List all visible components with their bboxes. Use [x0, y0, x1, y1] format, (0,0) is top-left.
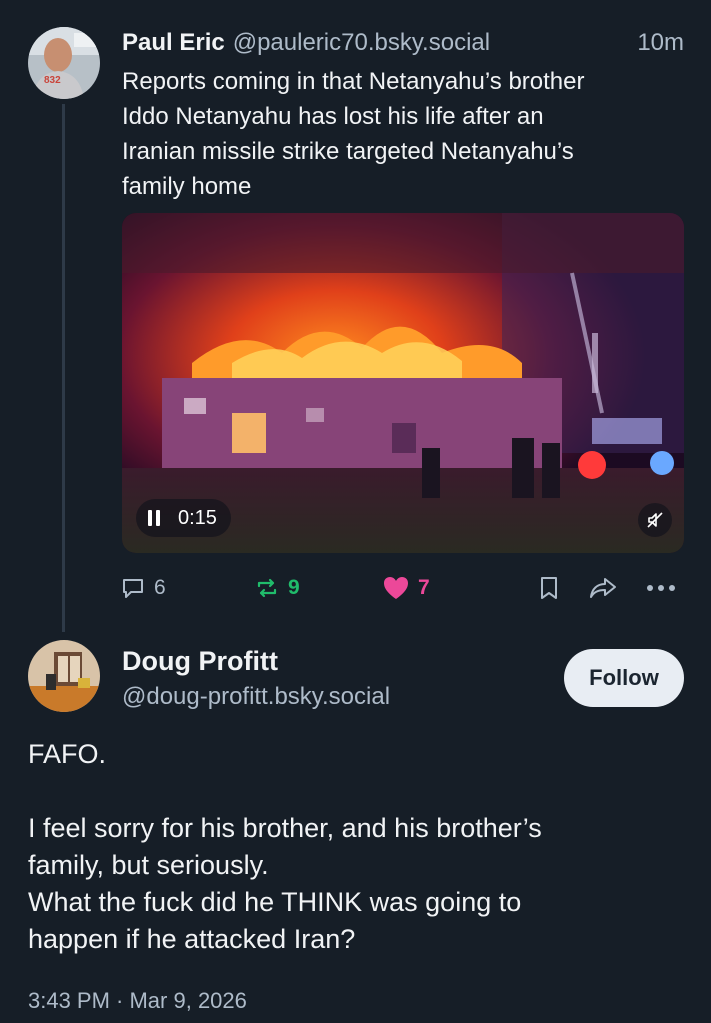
post1-text: Reports coming in that Netanyahu’s broth…: [122, 64, 682, 204]
post1-text-line: Reports coming in that Netanyahu’s broth…: [122, 68, 585, 95]
post1-timestamp[interactable]: 10m: [637, 26, 684, 60]
mute-toggle-button[interactable]: [638, 503, 672, 537]
post1-text-line: family home: [122, 173, 252, 200]
post2-text: FAFO. I feel sorry for his brother, and …: [28, 736, 688, 958]
more-dots-icon: [647, 585, 675, 591]
post2-text-line: FAFO.: [28, 739, 107, 769]
post1-action-bar: 6 9 7: [120, 570, 686, 606]
like-count: 7: [418, 576, 430, 599]
video-player[interactable]: 0:15: [122, 213, 684, 553]
like-button[interactable]: 7: [382, 570, 430, 606]
muted-speaker-icon: [647, 512, 663, 528]
svg-text:832: 832: [44, 75, 61, 86]
post2-author-handle[interactable]: @doug-profitt.bsky.social: [122, 680, 390, 714]
follow-button[interactable]: Follow: [564, 649, 684, 707]
video-timestamp: 0:15: [178, 506, 217, 529]
post1-text-line: Iddo Netanyahu has lost his life after a…: [122, 103, 544, 130]
post1-author-handle[interactable]: @pauleric70.bsky.social: [233, 29, 490, 56]
bookmark-button[interactable]: [538, 570, 560, 606]
more-options-button[interactable]: [646, 570, 676, 606]
pause-icon[interactable]: [148, 510, 160, 526]
post2-text-line: I feel sorry for his brother, and his br…: [28, 813, 542, 843]
reply-button[interactable]: 6: [120, 570, 166, 606]
reply-count: 6: [154, 576, 166, 599]
repost-count: 9: [288, 576, 300, 599]
reply-icon: [123, 579, 143, 598]
paul-eric-avatar[interactable]: 832: [28, 27, 100, 99]
post1-header: Paul Eric @pauleric70.bsky.social 10m: [122, 26, 684, 60]
video-timestamp-pill[interactable]: 0:15: [136, 499, 231, 537]
heart-icon: [384, 577, 408, 599]
post1-text-line: Iranian missile strike targeted Netanyah…: [122, 138, 574, 165]
thread-connector-line: [62, 104, 65, 632]
post1-author-name[interactable]: Paul Eric: [122, 29, 225, 56]
repost-button[interactable]: 9: [254, 570, 300, 606]
share-button[interactable]: [588, 570, 618, 606]
thread-view: 832 Paul Eric @pauleric70.bsky.social 10m…: [0, 0, 711, 1023]
doug-profitt-avatar[interactable]: [28, 640, 100, 712]
post2-author-name[interactable]: Doug Profitt: [122, 643, 278, 679]
post2-timestamp: 3:43 PM · Mar 9, 2026: [28, 988, 247, 1013]
bookmark-icon: [541, 577, 557, 599]
post2-text-line: What the fuck did he THINK was going to: [28, 887, 522, 917]
post2-text-line: happen if he attacked Iran?: [28, 924, 356, 954]
share-icon: [590, 578, 616, 598]
post2-text-line: family, but seriously.: [28, 850, 269, 880]
repost-icon: [257, 578, 277, 598]
